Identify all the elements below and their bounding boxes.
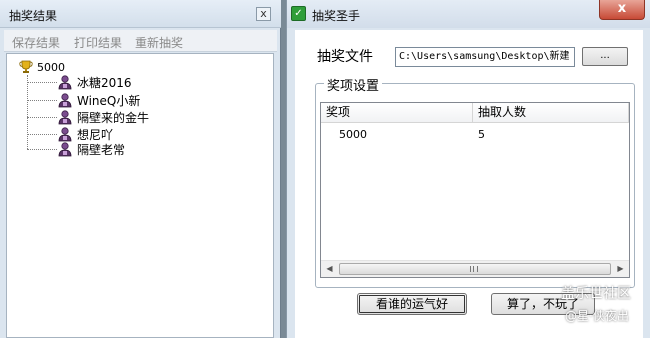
winner-name: 冰糖2016 (77, 76, 132, 90)
user-icon (58, 110, 72, 125)
browse-button[interactable]: ... (582, 47, 628, 66)
file-path-field[interactable]: C:\Users\samsung\Desktop\新建 (395, 47, 575, 67)
watermark-sub: @星·侠夜出 (565, 309, 629, 323)
grip-icon (470, 266, 478, 272)
scroll-left-icon[interactable]: ◀ (321, 261, 338, 277)
horizontal-scrollbar[interactable]: ◀ ▶ (321, 260, 629, 277)
file-label: 抽奖文件 (317, 49, 373, 65)
winner-name: WineQ小新 (77, 94, 141, 108)
user-icon (58, 93, 72, 108)
results-window-title: 抽奖结果 (9, 9, 58, 23)
prize-cell[interactable]: 5000 (339, 128, 367, 141)
lottery-close-button[interactable]: x (599, 0, 645, 20)
user-icon (58, 75, 72, 90)
winner-name: 隔壁来的金牛 (77, 111, 150, 125)
app-icon: ✓ (291, 6, 306, 21)
winner-name: 隔壁老常 (77, 143, 126, 157)
column-header-prize[interactable]: 奖项 (321, 103, 473, 123)
prize-settings-group: 奖项设置 奖项 抽取人数 5000 5 ◀ ▶ (315, 75, 635, 288)
lottery-window-titlebar[interactable]: ✓ 抽奖圣手 x (287, 0, 650, 28)
results-tree[interactable]: 5000 冰糖2016 WineQ小新 隔壁来的金牛 想尼吖 隔壁老常 (6, 53, 274, 338)
redraw-menu[interactable]: 重新抽奖 (135, 34, 183, 51)
watermark-main: 盖乐世社区 (561, 286, 631, 302)
user-icon (58, 127, 72, 142)
column-header-count[interactable]: 抽取人数 (473, 103, 629, 123)
draw-button[interactable]: 看谁的运气好 (357, 293, 467, 315)
tree-connector (27, 75, 28, 149)
results-window: 抽奖结果 x 保存结果 打印结果 重新抽奖 5000 冰糖2016 WineQ小… (0, 0, 281, 338)
results-close-button[interactable]: x (256, 7, 271, 21)
results-window-titlebar[interactable]: 抽奖结果 x (0, 0, 281, 28)
prize-list[interactable]: 奖项 抽取人数 5000 5 ◀ ▶ (320, 102, 630, 278)
results-menubar: 保存结果 打印结果 重新抽奖 (4, 30, 277, 52)
user-icon (58, 142, 72, 157)
count-cell[interactable]: 5 (478, 128, 485, 141)
trophy-icon (19, 60, 33, 73)
scroll-thumb[interactable] (339, 263, 611, 275)
scroll-right-icon[interactable]: ▶ (612, 261, 629, 277)
print-results-menu[interactable]: 打印结果 (74, 34, 122, 51)
save-results-menu[interactable]: 保存结果 (12, 34, 60, 51)
prize-settings-title: 奖项设置 (324, 75, 383, 94)
tree-root-label: 5000 (37, 61, 65, 74)
lottery-window-title: 抽奖圣手 (312, 9, 361, 23)
